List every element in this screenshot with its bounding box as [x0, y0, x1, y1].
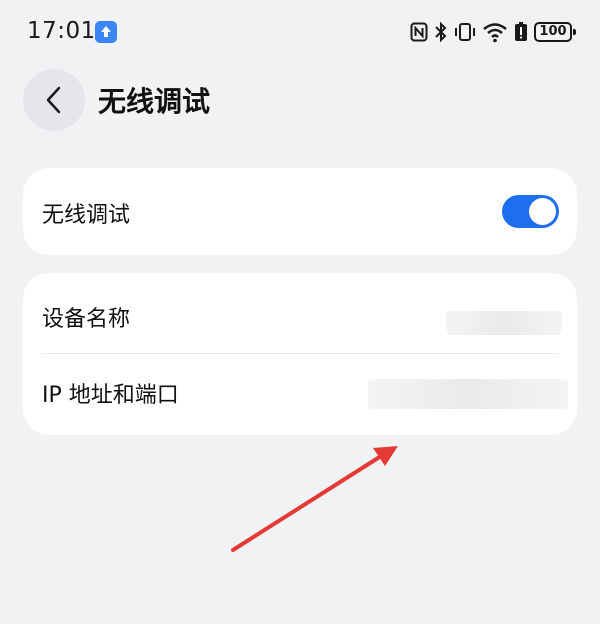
wifi-icon	[483, 23, 507, 43]
device-name-label: 设备名称	[42, 307, 131, 332]
nfc-icon	[410, 22, 428, 42]
connection-info-card: 设备名称 IP 地址和端口	[23, 273, 577, 435]
ip-port-label: IP 地址和端口	[42, 383, 179, 408]
battery-level: 100	[539, 24, 567, 39]
status-icons: 100	[410, 18, 576, 46]
chevron-left-icon	[46, 86, 61, 114]
wireless-debugging-card: 无线调试	[23, 168, 577, 255]
wireless-debugging-toggle[interactable]	[502, 195, 559, 228]
vibrate-icon	[455, 23, 475, 41]
ip-port-value-redacted	[368, 379, 568, 409]
app-notification-icon	[95, 21, 117, 43]
page-title: 无线调试	[98, 85, 211, 118]
back-button[interactable]	[23, 69, 85, 131]
status-bar: 17:01 100	[0, 0, 600, 64]
battery-icon: 100	[534, 22, 576, 42]
battery-alert-icon	[515, 22, 527, 41]
bluetooth-icon	[435, 21, 447, 43]
row-divider	[42, 353, 558, 354]
wireless-debugging-label: 无线调试	[42, 203, 131, 228]
device-name-value-redacted	[446, 311, 562, 335]
toggle-knob	[529, 198, 556, 225]
status-time: 17:01	[27, 18, 96, 44]
